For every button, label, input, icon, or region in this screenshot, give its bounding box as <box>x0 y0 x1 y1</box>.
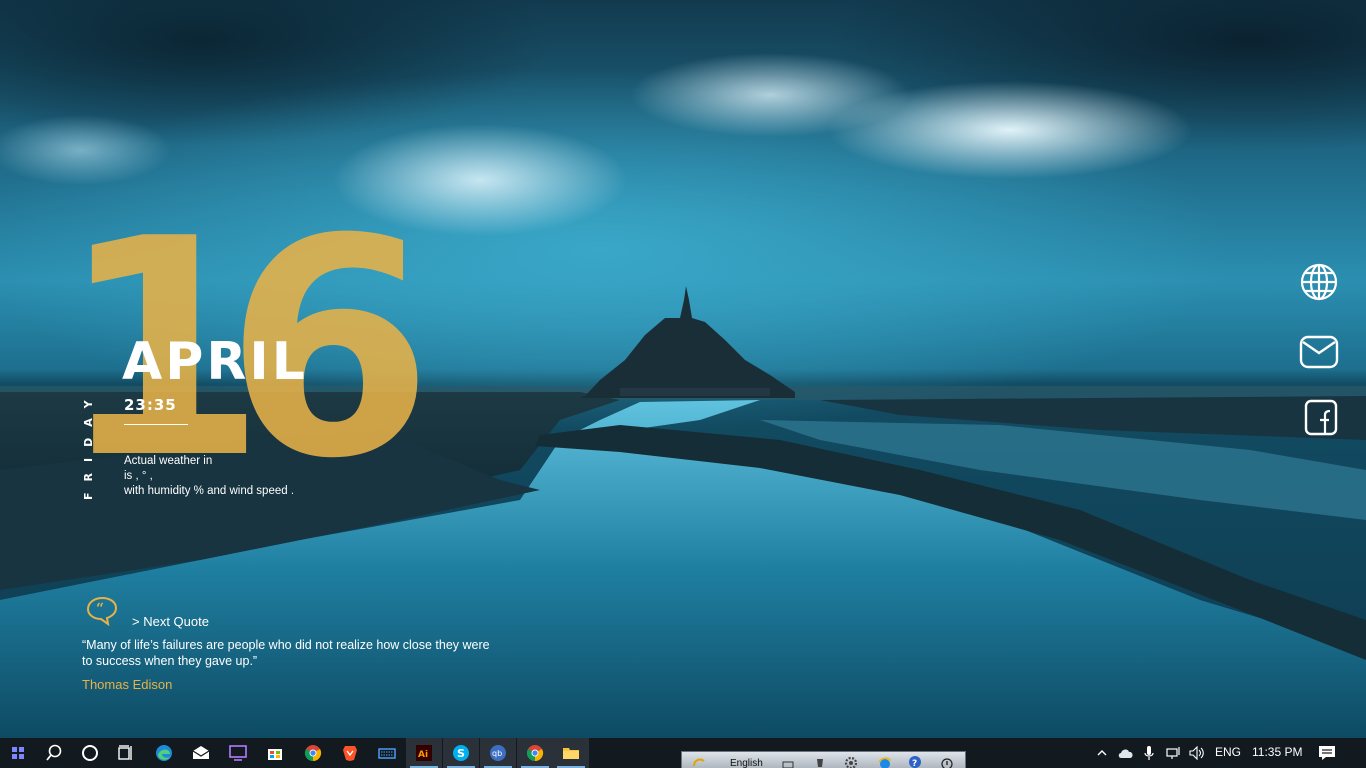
brave-icon <box>343 746 357 761</box>
mail-icon <box>1299 335 1339 369</box>
svg-text:?: ? <box>912 759 917 768</box>
task-view-icon <box>118 745 132 760</box>
volume-icon[interactable] <box>1189 746 1207 760</box>
taskbar-app-brave[interactable] <box>332 738 368 768</box>
store-icon <box>268 749 282 760</box>
windows-icon <box>12 747 24 759</box>
quote-text: “Many of life’s failures are people who … <box>82 638 490 668</box>
onedrive-icon[interactable] <box>1117 747 1135 759</box>
next-quote-link[interactable]: > Next Quote <box>132 614 209 629</box>
globe-icon <box>1300 263 1338 301</box>
help-icon[interactable]: ? <box>908 755 922 768</box>
keyboard-icon <box>378 748 396 759</box>
gear-icon[interactable] <box>844 756 858 768</box>
language-bar-label: English <box>730 758 763 768</box>
action-center-icon[interactable] <box>1318 745 1336 761</box>
keyboard-icon[interactable] <box>782 760 794 768</box>
remote-desktop-icon <box>229 745 247 761</box>
taskbar-app-illustrator[interactable]: Ai <box>406 738 442 768</box>
edge-icon <box>156 745 172 761</box>
qbittorrent-icon: qb <box>490 745 506 761</box>
mail-link-button[interactable] <box>1298 332 1340 372</box>
chrome-icon <box>304 745 322 762</box>
divider <box>124 424 188 425</box>
quote-author: Thomas Edison <box>82 677 173 692</box>
illustrator-icon: Ai <box>416 745 432 761</box>
microphone-icon[interactable] <box>1143 745 1155 761</box>
web-link-button[interactable] <box>1298 262 1340 302</box>
taskbar-app-mail[interactable] <box>183 738 219 768</box>
svg-text:Ai: Ai <box>418 750 428 760</box>
internet-explorer-icon[interactable] <box>878 756 892 768</box>
language-bar[interactable]: English ? <box>681 751 966 768</box>
weather-line: is , ° , <box>124 470 153 482</box>
pen-icon[interactable] <box>814 757 826 768</box>
quote-icon: “ <box>86 596 118 630</box>
taskbar-app-chrome-2[interactable] <box>517 738 553 768</box>
weather-line: with humidity % and wind speed . <box>124 485 295 497</box>
cortana-button[interactable] <box>72 738 108 768</box>
taskbar-app-chrome[interactable] <box>295 738 331 768</box>
taskbar-app-remote[interactable] <box>220 738 256 768</box>
chrome-icon <box>526 745 544 762</box>
input-language[interactable]: ENG <box>1215 745 1241 759</box>
taskbar-app-keyboard[interactable] <box>369 738 405 768</box>
taskbar-app-qbittorrent[interactable]: qb <box>480 738 516 768</box>
taskbar-app-skype[interactable]: S <box>443 738 479 768</box>
skype-icon: S <box>453 745 469 761</box>
weather-line: Actual weather in <box>124 455 213 467</box>
folder-icon <box>563 748 579 759</box>
weekday-label: FRIDAY <box>82 389 95 500</box>
ime-icon <box>693 758 705 767</box>
clock-time: 23:35 <box>124 396 177 414</box>
network-icon[interactable] <box>1166 746 1182 760</box>
taskbar-app-store[interactable] <box>257 738 293 768</box>
svg-text:qb: qb <box>492 749 502 758</box>
search-button[interactable] <box>36 738 72 768</box>
mail-app-icon <box>192 746 210 759</box>
month-label: APRIL <box>122 332 308 392</box>
cortana-icon <box>82 745 98 761</box>
start-button[interactable] <box>0 738 36 768</box>
task-view-button[interactable] <box>108 738 144 768</box>
chevron-up-icon[interactable] <box>1096 747 1108 759</box>
options-icon[interactable] <box>940 757 954 768</box>
svg-text:“: “ <box>96 601 104 617</box>
facebook-icon <box>1304 399 1338 436</box>
search-icon <box>46 744 62 761</box>
svg-text:S: S <box>457 747 465 760</box>
system-clock[interactable]: 11:35 PM <box>1252 745 1302 759</box>
taskbar-app-file-explorer[interactable] <box>553 738 589 768</box>
weather-text: Actual weather in is , ° , with humidity… <box>124 454 354 499</box>
facebook-link-button[interactable] <box>1298 398 1340 438</box>
taskbar-app-edge[interactable] <box>146 738 182 768</box>
